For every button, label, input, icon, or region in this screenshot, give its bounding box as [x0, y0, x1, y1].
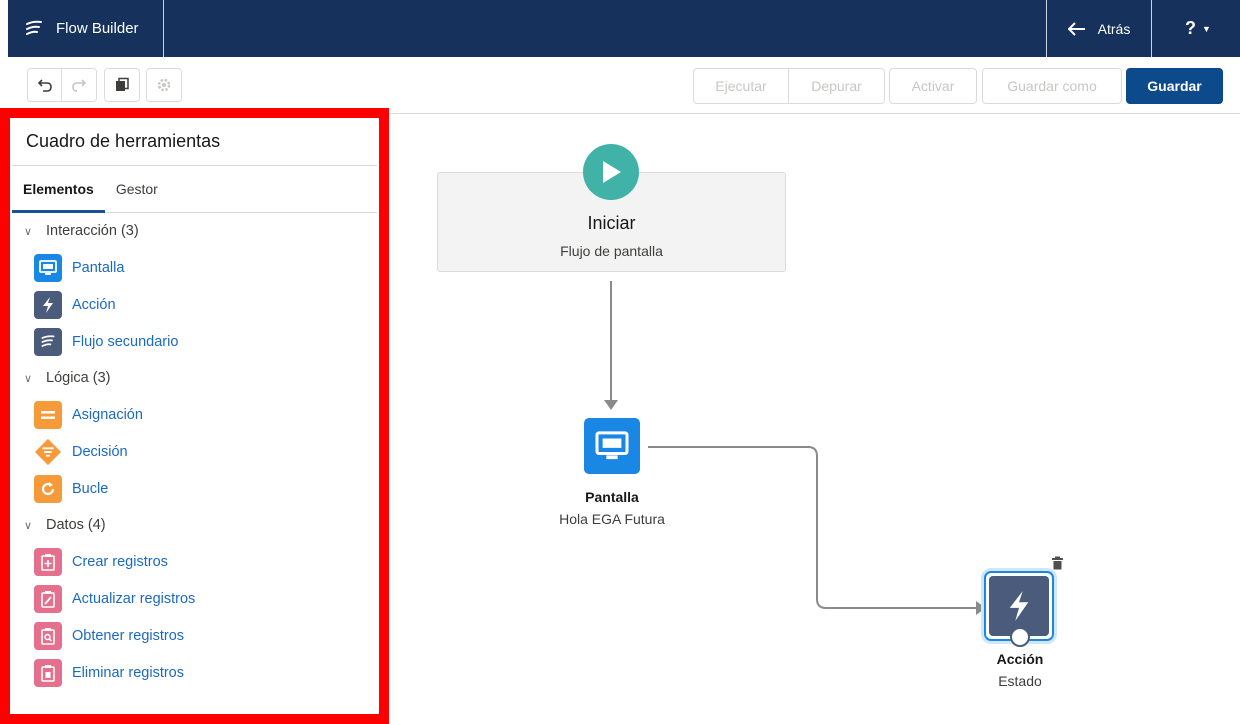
screen-icon [595, 431, 629, 460]
connector-screen-action [648, 446, 976, 609]
lightning-icon [1009, 591, 1029, 621]
action-node-title: Acción [996, 651, 1044, 667]
play-icon [583, 144, 639, 200]
action-node-connector-handle[interactable] [1010, 627, 1030, 647]
flow-connectors [604, 281, 986, 615]
screen-node-title: Pantalla [585, 489, 639, 505]
screen-node-subtitle: Hola EGA Futura [559, 511, 665, 527]
action-node-label: Acción Estado [950, 651, 1090, 689]
start-subtitle: Flujo de pantalla [560, 243, 663, 259]
connector-arrowhead [604, 400, 618, 410]
screen-node-label: Pantalla Hola EGA Futura [530, 489, 694, 527]
trash-icon[interactable] [1051, 556, 1064, 575]
start-title: Iniciar [587, 213, 636, 233]
action-node-subtitle: Estado [998, 673, 1042, 689]
screen-node[interactable] [584, 418, 640, 474]
